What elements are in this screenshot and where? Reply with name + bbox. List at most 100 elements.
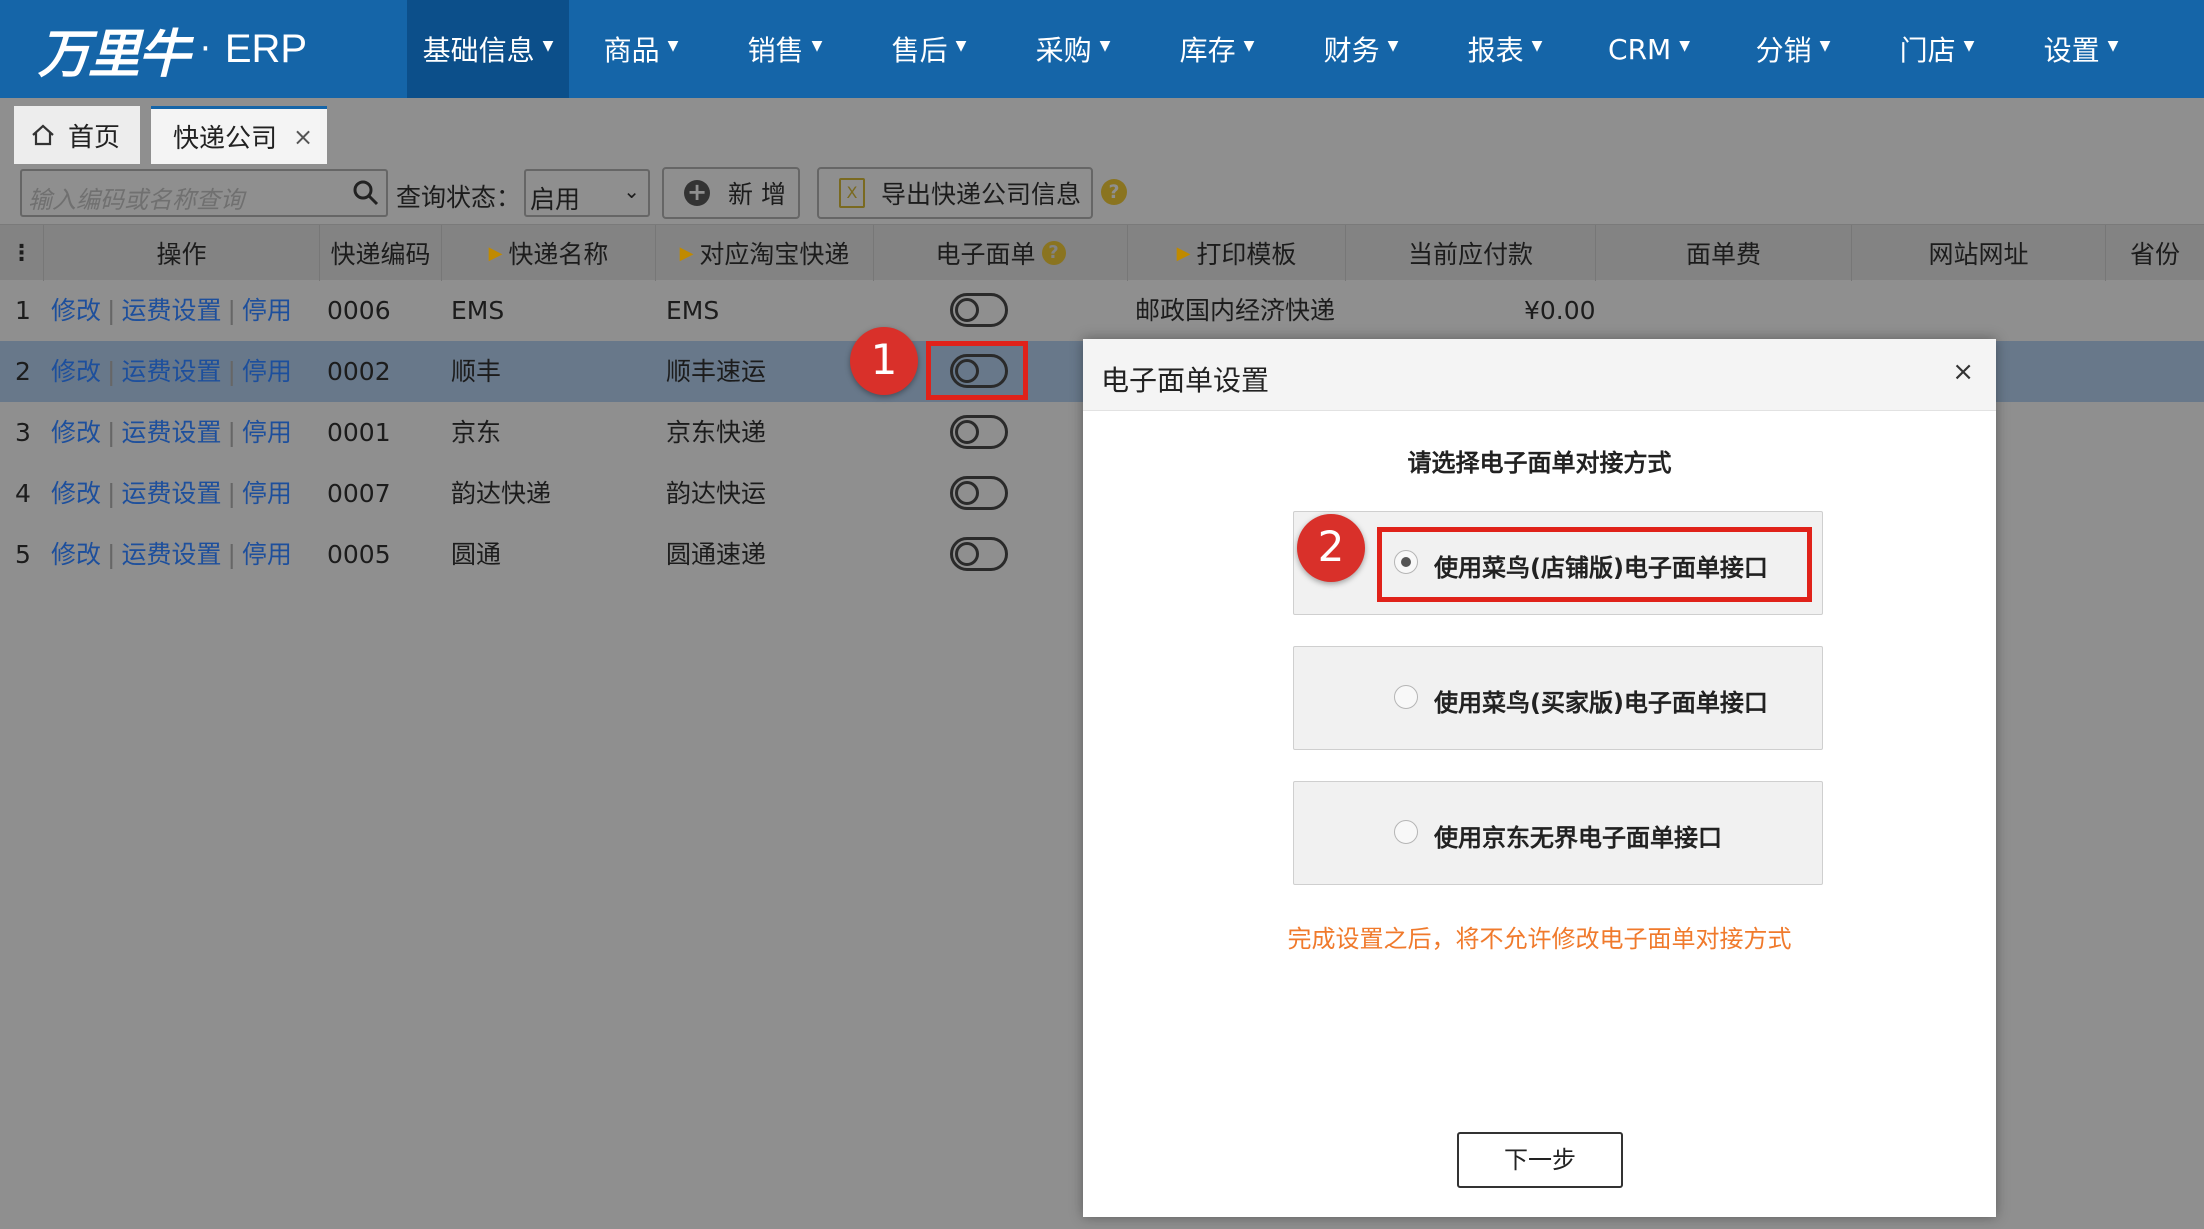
header-template[interactable]: ▶ 打印模板 (1128, 225, 1346, 281)
dialog-title: 电子面单设置 (1101, 364, 1270, 397)
nav-finance[interactable]: 财务 ▼ (1289, 0, 1433, 98)
top-navigation-bar: 万里牛 · ERP 基础信息 ▼ 商品 ▼ 销售 ▼ 售后 ▼ 采购 ▼ 库存 ▼ 财务 ▼ … (0, 0, 2204, 98)
header-site[interactable]: 网站网址 (1852, 225, 2106, 281)
tab-express-companies[interactable]: 快递公司 × (151, 106, 327, 164)
close-tab-icon[interactable]: × (293, 123, 313, 151)
radio-icon[interactable] (1394, 685, 1418, 709)
tab-express-label: 快递公司 (173, 124, 278, 154)
freight-settings-link[interactable]: 运费设置 (121, 418, 221, 447)
header-province[interactable]: 省份 (2106, 225, 2204, 281)
nav-label: 设置 (2043, 34, 2100, 67)
express-name: 京东 (451, 418, 502, 447)
disable-link[interactable]: 停用 (242, 357, 292, 386)
separator: | (227, 479, 236, 508)
nav-after-sales[interactable]: 售后 ▼ (857, 0, 1001, 98)
freight-settings-link[interactable]: 运费设置 (121, 357, 221, 386)
option-cainiao-buyer[interactable]: 使用菜鸟(买家版)电子面单接口 (1293, 646, 1823, 750)
nav-reports[interactable]: 报表 ▼ (1433, 0, 1577, 98)
nav-label: 分销 (1755, 34, 1812, 67)
row-actions: 修改 | 运费设置 | 停用 (51, 280, 292, 341)
chevron-down-icon: ⌄ (623, 179, 640, 203)
freight-settings-link[interactable]: 运费设置 (121, 479, 221, 508)
logo-product: ERP (224, 26, 308, 71)
excel-file-icon: X (839, 178, 865, 208)
help-icon[interactable]: ? (1101, 179, 1127, 205)
edit-link[interactable]: 修改 (51, 418, 101, 447)
nav-basic-info[interactable]: 基础信息 ▼ (407, 0, 569, 98)
freight-settings-link[interactable]: 运费设置 (121, 540, 221, 569)
edit-link[interactable]: 修改 (51, 540, 101, 569)
header-label: 对应淘宝快递 (699, 240, 850, 269)
header-ops: 操作 (44, 225, 320, 281)
express-code: 0001 (327, 418, 391, 447)
export-button[interactable]: X 导出快递公司信息 (817, 167, 1093, 219)
radio-icon[interactable] (1394, 820, 1418, 844)
nav-sales[interactable]: 销售 ▼ (713, 0, 857, 98)
header-fee[interactable]: 面单费 (1596, 225, 1852, 281)
nav-purchase[interactable]: 采购 ▼ (1001, 0, 1145, 98)
freight-settings-link[interactable]: 运费设置 (121, 296, 221, 325)
nav-stores[interactable]: 门店 ▼ (1865, 0, 2009, 98)
edit-link[interactable]: 修改 (51, 357, 101, 386)
row-actions: 修改 | 运费设置 | 停用 (51, 524, 292, 585)
edit-link[interactable]: 修改 (51, 479, 101, 508)
eform-toggle[interactable] (950, 293, 1008, 327)
dialog-header: 电子面单设置 × (1083, 339, 1996, 411)
warning-text: 完成设置之后，将不允许修改电子面单对接方式 (1287, 925, 1792, 953)
header-eform[interactable]: 电子面单? (874, 225, 1128, 281)
row-actions: 修改 | 运费设置 | 停用 (51, 463, 292, 524)
table-row[interactable]: 1 修改 | 运费设置 | 停用 0006 EMS EMS 邮政国内经济快递 ¥0.00 (0, 280, 2204, 341)
eform-toggle[interactable] (950, 537, 1008, 571)
eform-settings-dialog: 电子面单设置 × 请选择电子面单对接方式 使用菜鸟(店铺版)电子面单接口 使用菜… (1083, 339, 1996, 1217)
express-code: 0005 (327, 540, 391, 569)
close-icon[interactable]: × (1952, 357, 1974, 387)
row-number: 4 (15, 479, 31, 508)
nav-label: 基础信息 (422, 34, 535, 67)
nav-label: 销售 (747, 34, 804, 67)
disable-link[interactable]: 停用 (242, 479, 292, 508)
header-name[interactable]: ▶ 快递名称 (442, 225, 656, 281)
header-code[interactable]: 快递编码 (320, 225, 442, 281)
separator: | (227, 357, 236, 386)
logo[interactable]: 万里牛 · ERP (38, 14, 308, 85)
add-button[interactable]: + 新 增 (662, 167, 800, 219)
caret-down-icon: ▼ (1243, 38, 1255, 54)
search-icon[interactable] (352, 179, 380, 207)
eform-toggle[interactable] (950, 476, 1008, 510)
option-jd[interactable]: 使用京东无界电子面单接口 (1293, 781, 1823, 885)
nav-crm[interactable]: CRM ▼ (1577, 0, 1721, 98)
taobao-express: 圆通速递 (666, 540, 767, 569)
status-select[interactable]: 启用 ⌄ (524, 169, 650, 217)
search-input[interactable]: 输入编码或名称查询 (20, 169, 388, 217)
eform-toggle[interactable] (950, 415, 1008, 449)
express-name: EMS (451, 296, 505, 325)
disable-link[interactable]: 停用 (242, 540, 292, 569)
disable-link[interactable]: 停用 (242, 296, 292, 325)
header-payable[interactable]: 当前应付款 (1346, 225, 1596, 281)
nav-inventory[interactable]: 库存 ▼ (1145, 0, 1289, 98)
express-code: 0006 (327, 296, 391, 325)
nav-settings[interactable]: 设置 ▼ (2009, 0, 2153, 98)
tab-home[interactable]: 首页 (14, 106, 140, 164)
option-label: 使用京东无界电子面单接口 (1434, 824, 1722, 852)
disable-link[interactable]: 停用 (242, 418, 292, 447)
taobao-express: EMS (666, 296, 720, 325)
sort-triangle-icon: ▶ (1176, 242, 1191, 264)
caret-down-icon: ▼ (1099, 38, 1111, 54)
caret-down-icon: ▼ (811, 38, 823, 54)
caret-down-icon: ▼ (1963, 38, 1975, 54)
caret-down-icon: ▼ (955, 38, 967, 54)
nav-distribution[interactable]: 分销 ▼ (1721, 0, 1865, 98)
edit-link[interactable]: 修改 (51, 296, 101, 325)
next-step-button[interactable]: 下一步 (1457, 1132, 1623, 1188)
header-taobao[interactable]: ▶ 对应淘宝快递 (656, 225, 874, 281)
row-actions: 修改 | 运费设置 | 停用 (51, 402, 292, 463)
help-icon[interactable]: ? (1041, 241, 1066, 265)
toggle-knob (955, 298, 979, 322)
column-menu-icon[interactable]: ⋮ (0, 225, 44, 281)
header-label: 电子面单 (935, 240, 1036, 269)
caret-down-icon: ▼ (1387, 38, 1399, 54)
express-code: 0007 (327, 479, 391, 508)
table-header: ⋮ 操作 快递编码 ▶ 快递名称 ▶ 对应淘宝快递 电子面单? ▶ 打印模板 当前应付… (0, 224, 2204, 281)
nav-goods[interactable]: 商品 ▼ (569, 0, 713, 98)
